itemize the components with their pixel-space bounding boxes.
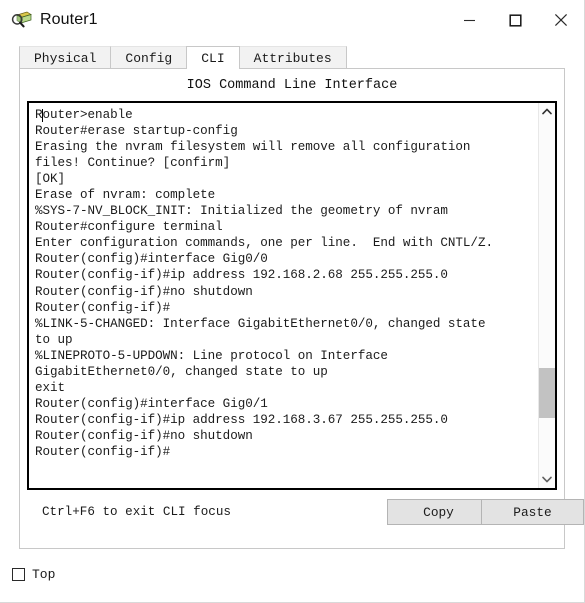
paste-button[interactable]: Paste — [481, 499, 584, 525]
panel-heading: IOS Command Line Interface — [186, 78, 398, 93]
terminal-line: Router(config-if)#no shutdown — [35, 284, 253, 299]
terminal-line: Router(config)#interface Gig0/1 — [35, 396, 268, 411]
scrollbar-up-button[interactable] — [539, 103, 555, 120]
top-checkbox[interactable] — [12, 567, 25, 581]
text-caret — [42, 109, 43, 122]
terminal-line: Router(config-if)#ip address 192.168.3.6… — [35, 412, 448, 427]
terminal-line: Router>enable — [35, 108, 133, 122]
minimize-button[interactable] — [446, 0, 492, 40]
terminal-line: Erasing the nvram filesystem will remove… — [35, 140, 471, 155]
tab-label: Physical — [34, 50, 97, 66]
terminal-line: files! Continue? [confirm] — [35, 156, 231, 171]
terminal-line: Enter configuration commands, one per li… — [35, 236, 493, 251]
tab-label: Attributes — [253, 50, 332, 66]
terminal-container: Router>enable Router#erase startup-config… — [27, 101, 557, 490]
tab-label: CLI — [201, 50, 225, 66]
maximize-icon — [508, 13, 522, 27]
close-icon — [554, 13, 568, 27]
cli-panel: IOS Command Line Interface Router>enable… — [19, 69, 584, 549]
terminal-line: %LINEPROTO-5-UPDOWN: Line protocol on In… — [35, 348, 388, 363]
terminal-line: Erase of nvram: complete — [35, 188, 216, 203]
terminal-line: %LINK-5-CHANGED: Interface GigabitEthern… — [35, 316, 486, 331]
terminal-line: Router(config-if)#no shutdown — [35, 428, 253, 443]
terminal-line: %SYS-7-NV_BLOCK_INIT: Initialized the ge… — [35, 204, 448, 219]
tab-cli[interactable]: CLI — [186, 46, 240, 70]
tab-physical[interactable]: Physical — [19, 46, 112, 69]
tab-attributes[interactable]: Attributes — [238, 46, 347, 69]
top-checkbox-label: Top — [32, 566, 56, 582]
terminal-scrollbar[interactable] — [538, 103, 555, 488]
router-device-icon — [11, 11, 32, 28]
chevron-up-icon — [542, 108, 552, 115]
terminal-line: Router(config-if)#ip address 192.168.2.6… — [35, 268, 448, 283]
terminal-line: to up — [35, 332, 73, 347]
terminal-line: Router#erase startup-config — [35, 124, 238, 139]
scrollbar-down-button[interactable] — [539, 471, 555, 488]
tab-config[interactable]: Config — [110, 46, 188, 69]
router-properties-window: Router1 Physical Config CLI Attributes I… — [0, 0, 585, 603]
bottom-bar: Top — [0, 549, 584, 599]
title-bar: Router1 — [0, 0, 584, 40]
terminal-line: Router#configure terminal — [35, 220, 223, 235]
cli-focus-hint: Ctrl+F6 to exit CLI focus — [42, 505, 231, 519]
tab-strip: Physical Config CLI Attributes — [0, 46, 584, 70]
close-button[interactable] — [538, 0, 584, 40]
minimize-icon — [463, 19, 475, 21]
terminal-line: [OK] — [35, 172, 66, 187]
terminal-line: exit — [35, 380, 66, 395]
chevron-down-icon — [542, 476, 552, 483]
window-title: Router1 — [40, 11, 98, 28]
scrollbar-thumb[interactable] — [539, 368, 555, 418]
window-controls — [446, 0, 584, 40]
copy-button[interactable]: Copy — [387, 499, 490, 525]
maximize-button[interactable] — [492, 0, 538, 40]
terminal-line: GigabitEthernet0/0, changed state to up — [35, 364, 328, 379]
terminal-line: Router(config-if)# — [35, 300, 171, 315]
terminal-line: Router(config)#interface Gig0/0 — [35, 252, 268, 267]
terminal-output[interactable]: Router>enable Router#erase startup-config… — [29, 103, 538, 488]
terminal-line: Router(config-if)# — [35, 444, 171, 459]
panel-footer: Ctrl+F6 to exit CLI focus Copy Paste — [20, 490, 584, 548]
tab-label: Config — [125, 50, 173, 66]
